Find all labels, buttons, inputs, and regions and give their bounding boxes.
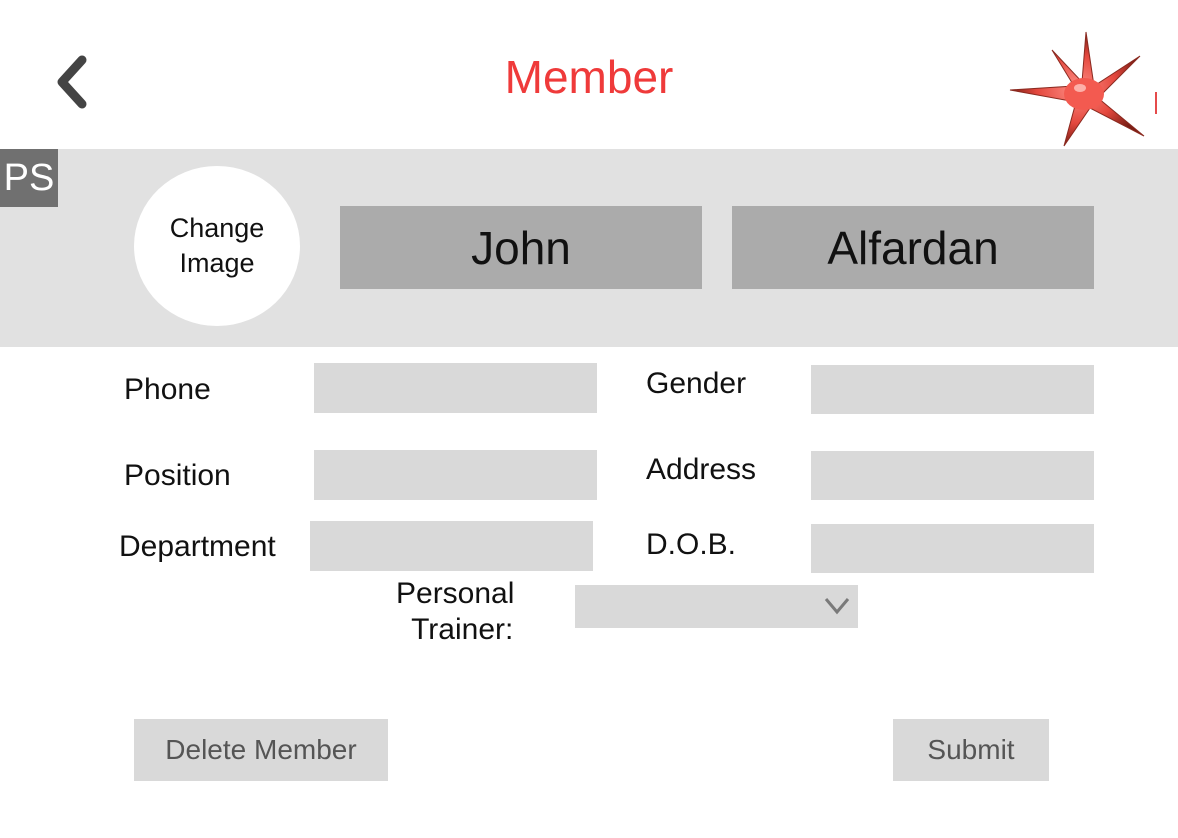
phone-input[interactable] [314,363,597,413]
edge-marker [1155,92,1157,114]
delete-member-button[interactable]: Delete Member [134,719,388,781]
submit-button[interactable]: Submit [893,719,1049,781]
address-label: Address [646,453,757,486]
gender-label: Gender [646,367,747,400]
trainer-label: Personal Trainer: [396,576,514,648]
change-image-label-line1: Change [169,213,265,243]
trainer-label-line1: Personal [396,577,515,610]
red-star-logo [1004,28,1154,152]
trainer-label-line2: Trainer: [411,613,514,646]
position-label: Position [124,459,231,492]
department-input[interactable] [310,521,593,571]
last-name-field[interactable]: Alfardan [732,206,1094,289]
change-image-label-line2: Image [179,248,255,278]
chevron-down-icon [824,598,850,615]
dob-input[interactable] [811,524,1094,573]
gender-input[interactable] [811,365,1094,414]
dob-label: D.O.B. [646,528,737,561]
trainer-select[interactable] [575,585,858,628]
department-label: Department [119,530,276,563]
ps-badge: PS [0,149,58,207]
change-image-button[interactable]: Change Image [134,166,300,326]
phone-label: Phone [124,373,211,406]
position-input[interactable] [314,450,597,500]
address-input[interactable] [811,451,1094,500]
first-name-field[interactable]: John [340,206,702,289]
page-title: Member [504,51,674,103]
